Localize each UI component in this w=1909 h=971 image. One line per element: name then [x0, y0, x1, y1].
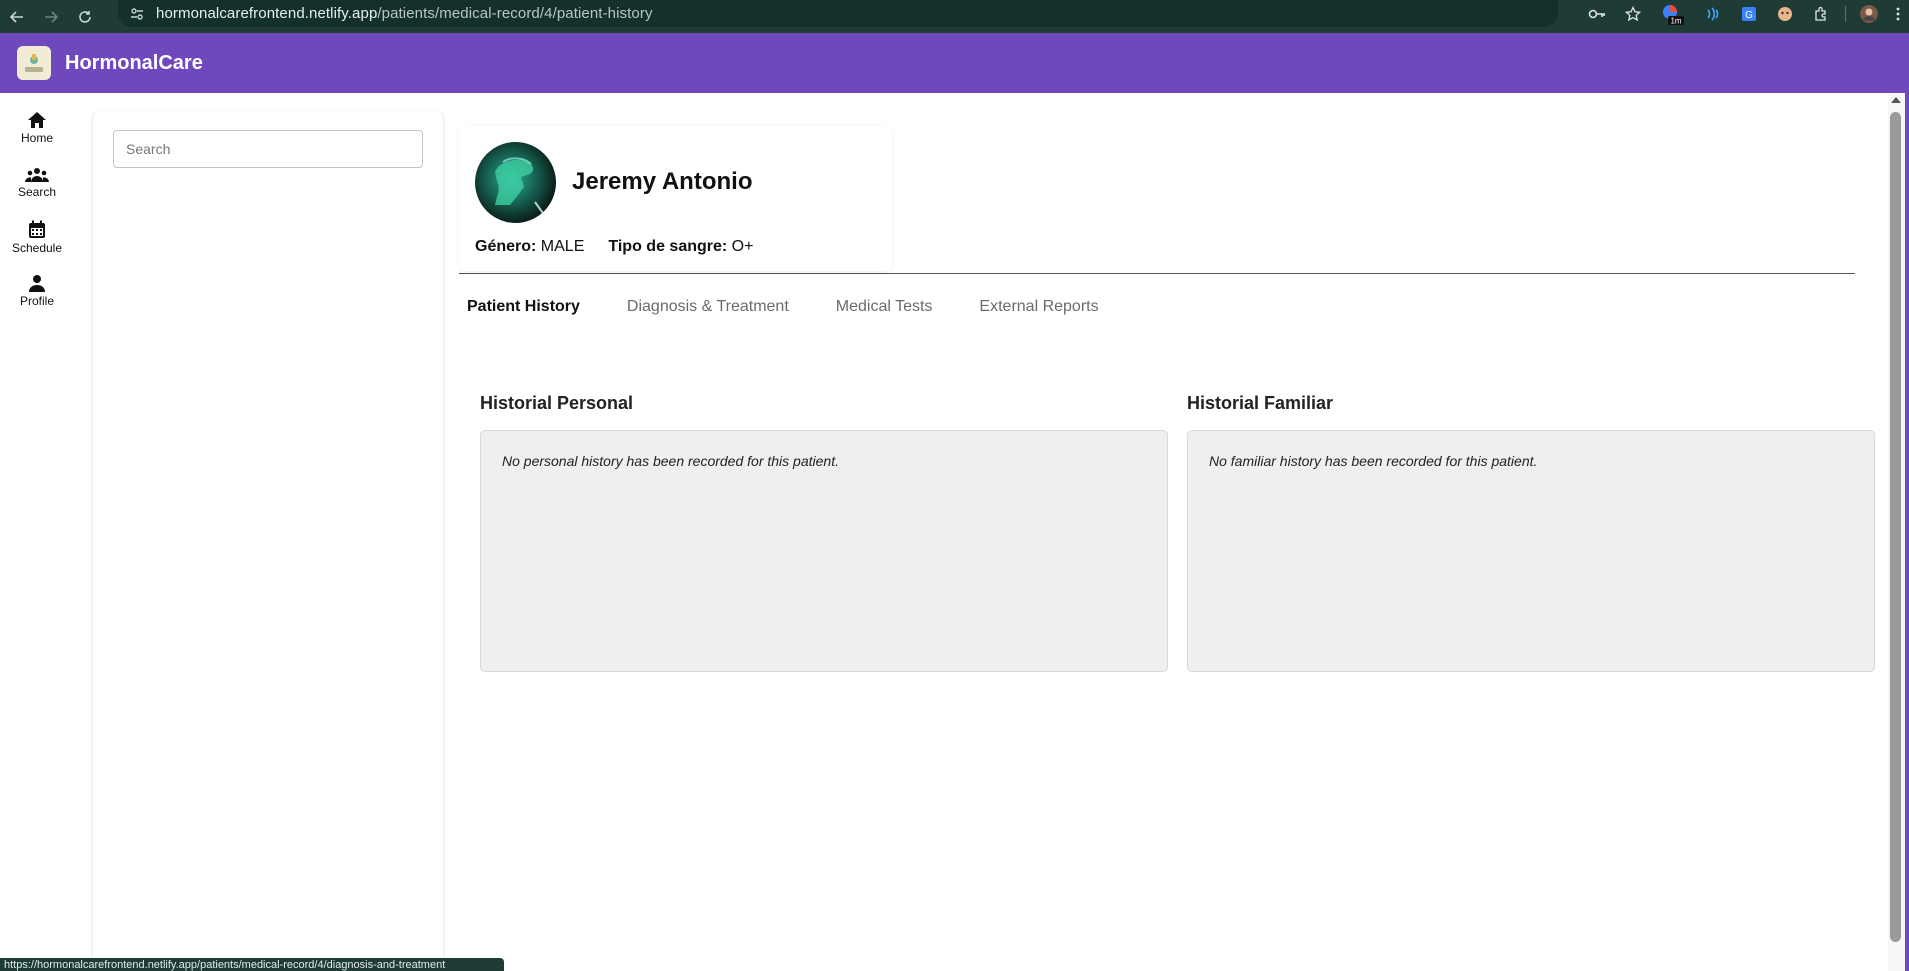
personal-history-title: Historial Personal [480, 393, 634, 413]
reload-icon [79, 10, 91, 23]
site-settings-icon[interactable] [128, 5, 146, 23]
nav-item-profile-label: Profile [19, 294, 54, 308]
link-status-bar: https://hormonalcarefrontend.netlify.app… [0, 958, 504, 971]
nav-item-home-label: Home [20, 131, 53, 145]
nav-rail: Home Search Schedule Profile [0, 93, 74, 971]
arrow-left-icon [10, 10, 23, 23]
patient-card: Jeremy Antonio Género: MALE Tipo de sang… [459, 126, 892, 271]
search-input[interactable] [113, 130, 423, 168]
family-history-box: No familiar history has been recorded fo… [1187, 430, 1875, 672]
app-header: HormonalCare [0, 33, 1905, 93]
nav-item-schedule[interactable]: Schedule [0, 220, 74, 255]
svg-text:G: G [1745, 10, 1753, 21]
search-panel [92, 111, 444, 971]
nav-item-home[interactable]: Home [0, 111, 74, 145]
app-logo[interactable] [17, 46, 51, 80]
browser-actions: 1m G [1579, 0, 1909, 27]
forward-button[interactable] [34, 0, 68, 33]
patient-avatar [475, 142, 556, 223]
bookmark-star-icon[interactable] [1615, 0, 1651, 27]
link-status-text: https://hormonalcarefrontend.netlify.app… [4, 959, 446, 971]
patient-name: Jeremy Antonio [572, 168, 753, 195]
patient-meta: Género: MALE Tipo de sangre: O+ [475, 238, 753, 256]
svg-text:1m: 1m [1670, 16, 1681, 25]
tab-patient-history[interactable]: Patient History [467, 298, 580, 316]
nav-item-search-label: Search [17, 185, 57, 199]
read-aloud-icon[interactable] [1695, 0, 1731, 27]
extension-avatar-icon[interactable] [1767, 0, 1803, 27]
reload-button[interactable] [68, 0, 102, 33]
calendar-icon [29, 220, 45, 238]
personal-history-empty-text: No personal history has been recorded fo… [502, 453, 839, 469]
profile-avatar-icon[interactable] [1851, 0, 1887, 27]
url-text: hormonalcarefrontend.netlify.app/patient… [156, 5, 653, 22]
patient-gender: Género: MALE [475, 238, 584, 256]
nav-item-schedule-label: Schedule [11, 241, 63, 255]
blood-value: O+ [731, 238, 754, 255]
tab-diagnosis-treatment[interactable]: Diagnosis & Treatment [627, 298, 789, 316]
patient-blood-type: Tipo de sangre: O+ [608, 238, 753, 256]
tab-external-reports[interactable]: External Reports [979, 298, 1098, 316]
group-icon [25, 168, 49, 182]
header-divider [459, 273, 1855, 274]
browser-menu-icon[interactable] [1887, 0, 1909, 27]
person-icon [29, 275, 45, 292]
blood-label: Tipo de sangre: [608, 238, 728, 255]
extensions-puzzle-icon[interactable] [1803, 0, 1839, 27]
personal-history-box: No personal history has been recorded fo… [480, 430, 1168, 672]
app-title: HormonalCare [65, 51, 203, 74]
family-history-empty-text: No familiar history has been recorded fo… [1209, 453, 1538, 469]
nav-item-search[interactable]: Search [0, 167, 74, 199]
window-edge [1905, 33, 1909, 971]
scroll-up-arrow-icon[interactable] [1891, 97, 1901, 103]
browser-toolbar: hormonalcarefrontend.netlify.app/patient… [0, 0, 1909, 33]
gender-label: Género: [475, 238, 537, 255]
nav-item-profile[interactable]: Profile [0, 274, 74, 308]
extension-timer-icon[interactable]: 1m [1651, 0, 1695, 27]
translate-icon[interactable]: G [1731, 0, 1767, 27]
back-button[interactable] [0, 0, 34, 33]
home-icon [28, 112, 46, 128]
toolbar-divider [1839, 0, 1851, 27]
tab-medical-tests[interactable]: Medical Tests [836, 298, 933, 316]
arrow-right-icon [45, 10, 58, 23]
password-key-icon[interactable] [1579, 0, 1615, 27]
scrollbar-thumb[interactable] [1890, 112, 1901, 942]
gender-value: MALE [540, 238, 585, 255]
address-bar[interactable]: hormonalcarefrontend.netlify.app/patient… [118, 0, 1558, 27]
record-tabs: Patient History Diagnosis & Treatment Me… [467, 298, 1146, 316]
family-history-title: Historial Familiar [1187, 393, 1334, 413]
